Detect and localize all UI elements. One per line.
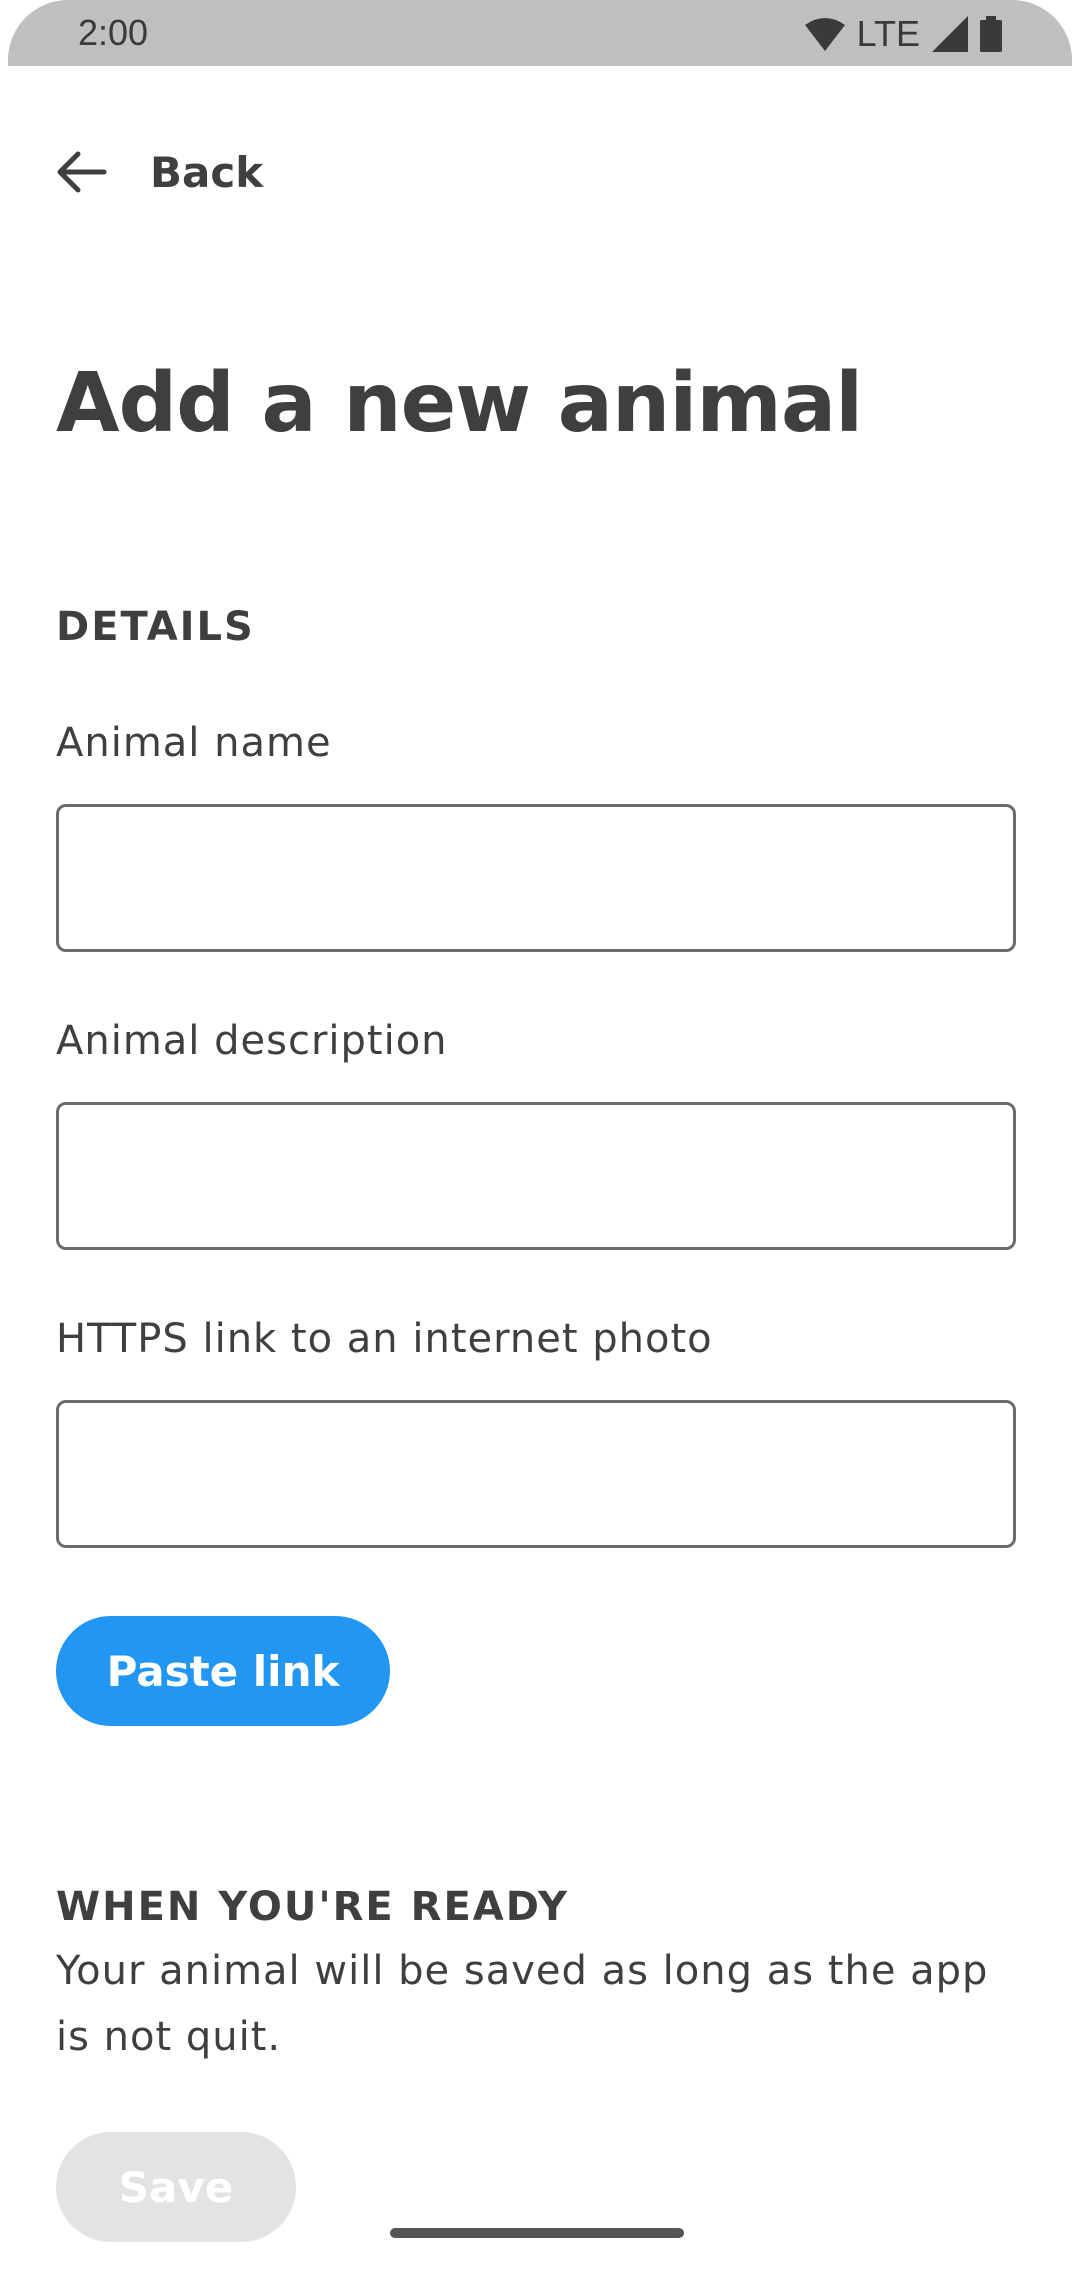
animal-name-input[interactable] — [56, 804, 1016, 952]
details-section-header: DETAILS — [56, 604, 255, 650]
arrow-left-icon — [56, 142, 116, 202]
status-icons: LTE — [804, 12, 1002, 56]
ready-section-header: WHEN YOU'RE READY — [56, 1884, 569, 1930]
wifi-icon — [804, 18, 845, 51]
network-type-label: LTE — [856, 13, 920, 54]
photo-link-label: HTTPS link to an internet photo — [56, 1316, 713, 1362]
status-time: 2:00 — [78, 12, 149, 53]
back-button[interactable]: Back — [56, 142, 263, 202]
battery-icon — [980, 16, 1002, 52]
animal-description-label: Animal description — [56, 1018, 448, 1064]
ready-description: Your animal will be saved as long as the… — [56, 1948, 989, 2060]
animal-description-input[interactable] — [56, 1102, 1016, 1250]
home-indicator[interactable] — [390, 2228, 684, 2238]
photo-link-input[interactable] — [56, 1400, 1016, 1548]
status-bar: 2:00 LTE — [8, 0, 1072, 66]
animal-name-label: Animal name — [56, 720, 332, 766]
cell-signal-icon — [932, 16, 968, 52]
save-button[interactable]: Save — [56, 2132, 296, 2242]
back-label: Back — [150, 147, 264, 197]
paste-link-button[interactable]: Paste link — [56, 1616, 390, 1726]
page-title: Add a new animal — [56, 356, 863, 451]
screen: 2:00 LTE Back Add a new animal DETAILS A… — [0, 0, 1080, 2280]
